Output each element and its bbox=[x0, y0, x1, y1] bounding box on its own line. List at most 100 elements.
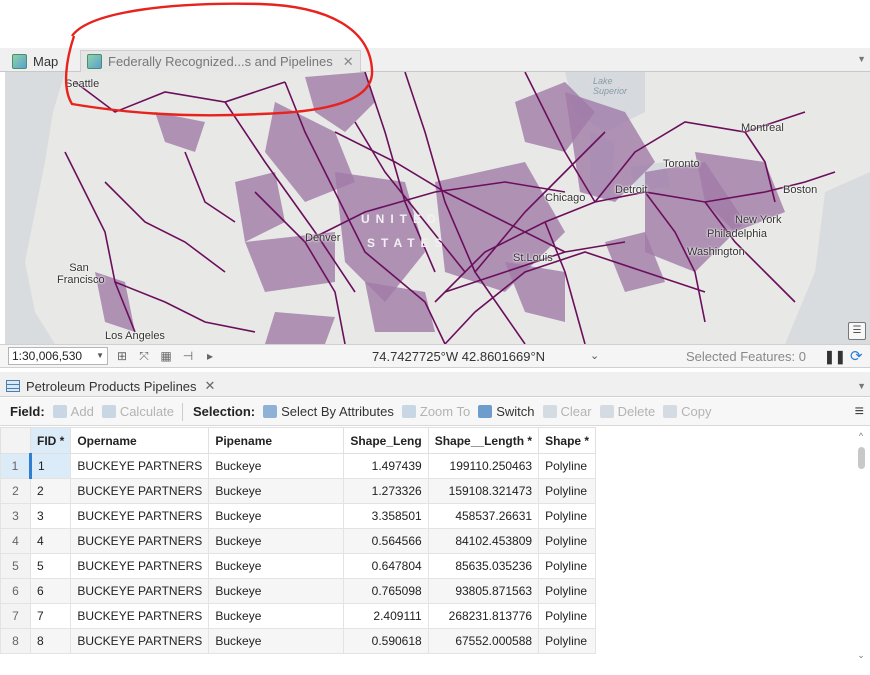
close-icon[interactable]: ✕ bbox=[343, 54, 354, 70]
zoom-to-button[interactable]: Zoom To bbox=[401, 404, 470, 419]
menu-icon[interactable]: ≡ bbox=[855, 403, 864, 421]
grid-add-icon[interactable]: ⊞ bbox=[114, 349, 130, 363]
cell-pipename[interactable]: Buckeye bbox=[208, 578, 345, 604]
cell-fid[interactable]: 8 bbox=[29, 628, 72, 654]
cell-shape-length[interactable]: 67552.000588 bbox=[427, 628, 540, 654]
cell-fid[interactable]: 7 bbox=[29, 603, 72, 629]
pause-icon[interactable]: ❚❚ bbox=[824, 349, 846, 365]
cell-shape[interactable]: Polyline bbox=[538, 553, 597, 579]
table-row[interactable]: 4 4 BUCKEYE PARTNERS Buckeye 0.564566 84102.4… bbox=[0, 528, 597, 554]
table-row[interactable]: 5 5 BUCKEYE PARTNERS Buckeye 0.647804 85635.0… bbox=[0, 553, 597, 579]
selected-features-count[interactable]: Selected Features: 0 bbox=[686, 349, 806, 364]
table-row[interactable]: 1 1 BUCKEYE PARTNERS Buckeye 1.497439 199110.… bbox=[0, 453, 597, 479]
cell-shape[interactable]: Polyline bbox=[538, 503, 597, 529]
chevron-down-icon[interactable]: ⌄ bbox=[590, 349, 599, 362]
cell-fid[interactable]: 4 bbox=[29, 528, 72, 554]
cell-pipename[interactable]: Buckeye bbox=[208, 453, 345, 479]
cell-shape-length[interactable]: 93805.871563 bbox=[427, 578, 540, 604]
select-by-attributes-button[interactable]: Select By Attributes bbox=[263, 404, 394, 419]
row-number[interactable]: 4 bbox=[0, 528, 31, 554]
tab-federally-recognized[interactable]: Federally Recognized...s and Pipelines ✕ bbox=[80, 50, 361, 72]
cell-shape-leng[interactable]: 0.564566 bbox=[343, 528, 429, 554]
vertical-scrollbar[interactable]: ^ ⌄ bbox=[856, 431, 866, 671]
cell-shape-leng[interactable]: 3.358501 bbox=[343, 503, 429, 529]
tab-petroleum-products-pipelines[interactable]: Petroleum Products Pipelines ✕ bbox=[6, 375, 215, 397]
column-header-shape-length[interactable]: Shape__Length * bbox=[427, 427, 540, 454]
row-number[interactable]: 5 bbox=[0, 553, 31, 579]
scale-selector[interactable]: 1:30,006,530 ▼ bbox=[8, 347, 108, 365]
cell-shape-leng[interactable]: 1.497439 bbox=[343, 453, 429, 479]
column-header-pipename[interactable]: Pipename bbox=[208, 427, 345, 454]
cell-pipename[interactable]: Buckeye bbox=[208, 553, 345, 579]
delete-selection-button[interactable]: Delete bbox=[599, 404, 655, 419]
copy-selection-button[interactable]: Copy bbox=[663, 404, 712, 419]
cell-opername[interactable]: BUCKEYE PARTNERS bbox=[70, 553, 210, 579]
tab-map[interactable]: Map bbox=[6, 50, 64, 72]
map-view[interactable]: Seattle Montreal Toronto Boston Detroit … bbox=[5, 72, 870, 344]
cell-shape[interactable]: Polyline bbox=[538, 528, 597, 554]
table-row[interactable]: 2 2 BUCKEYE PARTNERS Buckeye 1.273326 159108.… bbox=[0, 478, 597, 504]
refresh-icon[interactable]: ⟳ bbox=[850, 347, 863, 365]
row-number[interactable]: 8 bbox=[0, 628, 31, 654]
fixed-zoom-icon[interactable]: ⤧ bbox=[136, 349, 152, 363]
cell-opername[interactable]: BUCKEYE PARTNERS bbox=[70, 578, 210, 604]
cell-shape-leng[interactable]: 1.273326 bbox=[343, 478, 429, 504]
cell-shape[interactable]: Polyline bbox=[538, 578, 597, 604]
cell-shape-length[interactable]: 199110.250463 bbox=[427, 453, 540, 479]
cell-fid[interactable]: 1 bbox=[29, 453, 72, 479]
cell-shape[interactable]: Polyline bbox=[538, 478, 597, 504]
cell-pipename[interactable]: Buckeye bbox=[208, 528, 345, 554]
cell-shape-leng[interactable]: 0.590618 bbox=[343, 628, 429, 654]
table-row[interactable]: 7 7 BUCKEYE PARTNERS Buckeye 2.409111 268231.… bbox=[0, 603, 597, 629]
switch-selection-button[interactable]: Switch bbox=[478, 404, 535, 419]
row-number[interactable]: 7 bbox=[0, 603, 31, 629]
calculate-field-button[interactable]: Calculate bbox=[101, 404, 174, 419]
add-field-button[interactable]: Add bbox=[52, 404, 94, 419]
cell-pipename[interactable]: Buckeye bbox=[208, 503, 345, 529]
cell-fid[interactable]: 2 bbox=[29, 478, 72, 504]
cell-shape-leng[interactable]: 0.647804 bbox=[343, 553, 429, 579]
snapping-icon[interactable]: ⊣ bbox=[180, 349, 196, 363]
attribution-icon[interactable]: ☰ bbox=[848, 322, 866, 340]
chevron-down-icon[interactable]: ▼ bbox=[857, 381, 866, 391]
cell-shape-length[interactable]: 84102.453809 bbox=[427, 528, 540, 554]
row-number[interactable]: 6 bbox=[0, 578, 31, 604]
cell-pipename[interactable]: Buckeye bbox=[208, 478, 345, 504]
cell-fid[interactable]: 6 bbox=[29, 578, 72, 604]
cell-opername[interactable]: BUCKEYE PARTNERS bbox=[70, 478, 210, 504]
cell-fid[interactable]: 3 bbox=[29, 503, 72, 529]
cell-shape[interactable]: Polyline bbox=[538, 453, 597, 479]
row-number[interactable]: 3 bbox=[0, 503, 31, 529]
chevron-down-icon[interactable]: ▼ bbox=[857, 54, 866, 64]
row-number[interactable]: 1 bbox=[0, 453, 32, 479]
cell-pipename[interactable]: Buckeye bbox=[208, 628, 345, 654]
cell-opername[interactable]: BUCKEYE PARTNERS bbox=[70, 503, 210, 529]
cell-shape-length[interactable]: 268231.813776 bbox=[427, 603, 540, 629]
scrollbar-thumb[interactable] bbox=[857, 447, 865, 469]
cell-pipename[interactable]: Buckeye bbox=[208, 603, 345, 629]
cell-opername[interactable]: BUCKEYE PARTNERS bbox=[70, 453, 210, 479]
column-header-shape-leng[interactable]: Shape_Leng bbox=[343, 427, 429, 454]
table-row[interactable]: 8 8 BUCKEYE PARTNERS Buckeye 0.590618 67552.0… bbox=[0, 628, 597, 654]
row-number[interactable]: 2 bbox=[0, 478, 31, 504]
cell-opername[interactable]: BUCKEYE PARTNERS bbox=[70, 628, 210, 654]
column-header-shape[interactable]: Shape * bbox=[538, 427, 597, 454]
cell-shape-leng[interactable]: 0.765098 bbox=[343, 578, 429, 604]
cell-shape-length[interactable]: 458537.26631 bbox=[427, 503, 540, 529]
chevron-down-icon[interactable]: ⌄ bbox=[856, 650, 866, 661]
column-header-opername[interactable]: Opername bbox=[70, 427, 210, 454]
table-row[interactable]: 3 3 BUCKEYE PARTNERS Buckeye 3.358501 458537.… bbox=[0, 503, 597, 529]
cell-fid[interactable]: 5 bbox=[29, 553, 72, 579]
row-selector-header[interactable] bbox=[0, 427, 31, 454]
constraint-icon[interactable]: ▸ bbox=[202, 349, 218, 363]
cell-shape-length[interactable]: 159108.321473 bbox=[427, 478, 540, 504]
cell-shape-leng[interactable]: 2.409111 bbox=[343, 603, 429, 629]
cell-shape[interactable]: Polyline bbox=[538, 628, 597, 654]
column-header-fid[interactable]: FID * bbox=[29, 427, 72, 454]
table-grid-icon[interactable]: ▦ bbox=[158, 349, 174, 363]
clear-selection-button[interactable]: Clear bbox=[542, 404, 592, 419]
cell-shape-length[interactable]: 85635.035236 bbox=[427, 553, 540, 579]
cell-opername[interactable]: BUCKEYE PARTNERS bbox=[70, 528, 210, 554]
chevron-up-icon[interactable]: ^ bbox=[856, 431, 866, 441]
table-row[interactable]: 6 6 BUCKEYE PARTNERS Buckeye 0.765098 93805.8… bbox=[0, 578, 597, 604]
